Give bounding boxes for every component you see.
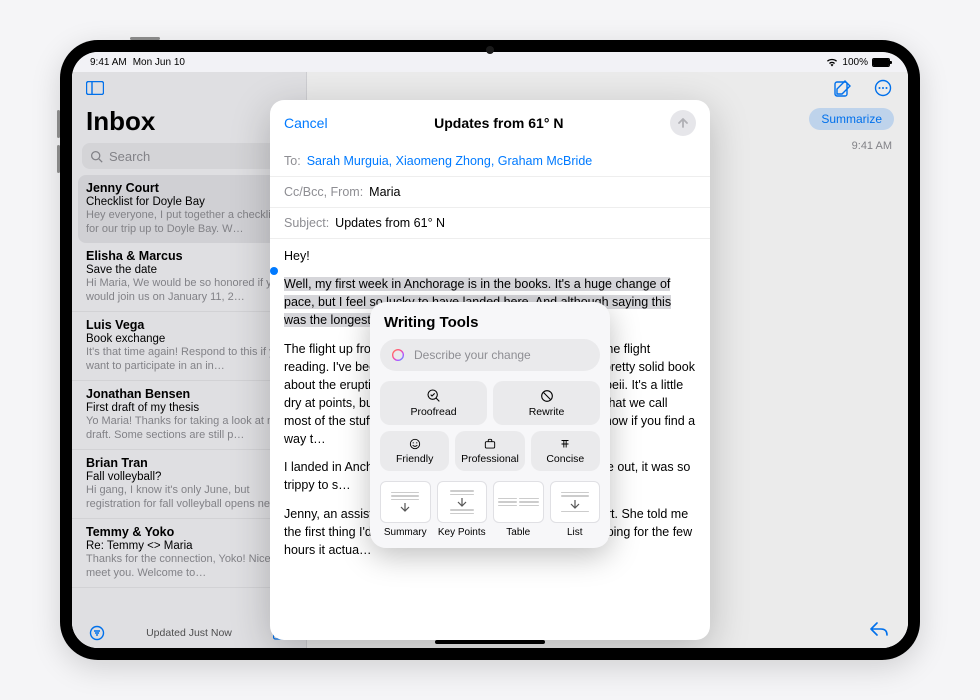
status-time: 9:41 AM [90, 57, 127, 68]
battery-icon [872, 58, 890, 67]
briefcase-icon [482, 437, 498, 451]
subject-field[interactable]: Subject: Updates from 61° N [270, 208, 710, 239]
more-icon[interactable] [870, 75, 896, 101]
search-icon [90, 150, 103, 163]
home-indicator[interactable] [435, 640, 545, 644]
writing-tools-input[interactable]: Describe your change [380, 339, 600, 371]
summary-format-button[interactable]: Summary [380, 481, 431, 538]
sidebar-toggle-icon[interactable] [82, 75, 108, 101]
compose-icon[interactable] [830, 75, 856, 101]
reply-icon[interactable] [866, 616, 892, 642]
friendly-button[interactable]: Friendly [380, 431, 449, 471]
status-bar: 9:41 AM Mon Jun 10 100% [72, 52, 908, 72]
apple-intelligence-icon [390, 347, 406, 363]
to-field[interactable]: To: Sarah Murguia, Xiaomeng Zhong, Graha… [270, 146, 710, 177]
search-input[interactable]: Search [82, 143, 296, 169]
cancel-button[interactable]: Cancel [284, 115, 328, 131]
table-format-button[interactable]: Table [493, 481, 544, 538]
proofread-button[interactable]: Proofread [380, 381, 487, 425]
sync-status: Updated Just Now [146, 627, 232, 639]
writing-tools-popover: Writing Tools Describe your change Proof… [370, 302, 610, 548]
selection-handle[interactable] [270, 267, 278, 275]
magnifier-check-icon [426, 388, 442, 404]
wifi-icon [826, 57, 838, 67]
status-date: Mon Jun 10 [133, 57, 185, 68]
message-time: 9:41 AM [852, 140, 892, 152]
battery-percent: 100% [842, 57, 868, 68]
compose-title: Updates from 61° N [434, 115, 563, 131]
writing-tools-title: Writing Tools [384, 314, 596, 331]
concise-button[interactable]: Concise [531, 431, 600, 471]
summarize-button[interactable]: Summarize [809, 108, 894, 130]
smile-icon [407, 437, 423, 451]
message-item[interactable]: Jenny Court Checklist for Doyle Bay Hey … [78, 175, 300, 243]
filter-icon[interactable] [84, 620, 110, 646]
keypoints-format-button[interactable]: Key Points [437, 481, 488, 538]
list-format-button[interactable]: List [550, 481, 601, 538]
list-thumb-icon [550, 481, 601, 523]
rewrite-button[interactable]: Rewrite [493, 381, 600, 425]
summary-thumb-icon [380, 481, 431, 523]
concise-icon [557, 437, 573, 451]
table-thumb-icon [493, 481, 544, 523]
send-button[interactable] [670, 110, 696, 136]
professional-button[interactable]: Professional [455, 431, 524, 471]
rewrite-icon [539, 388, 555, 404]
ccbcc-field[interactable]: Cc/Bcc, From: Maria [270, 177, 710, 208]
keypoints-thumb-icon [437, 481, 488, 523]
